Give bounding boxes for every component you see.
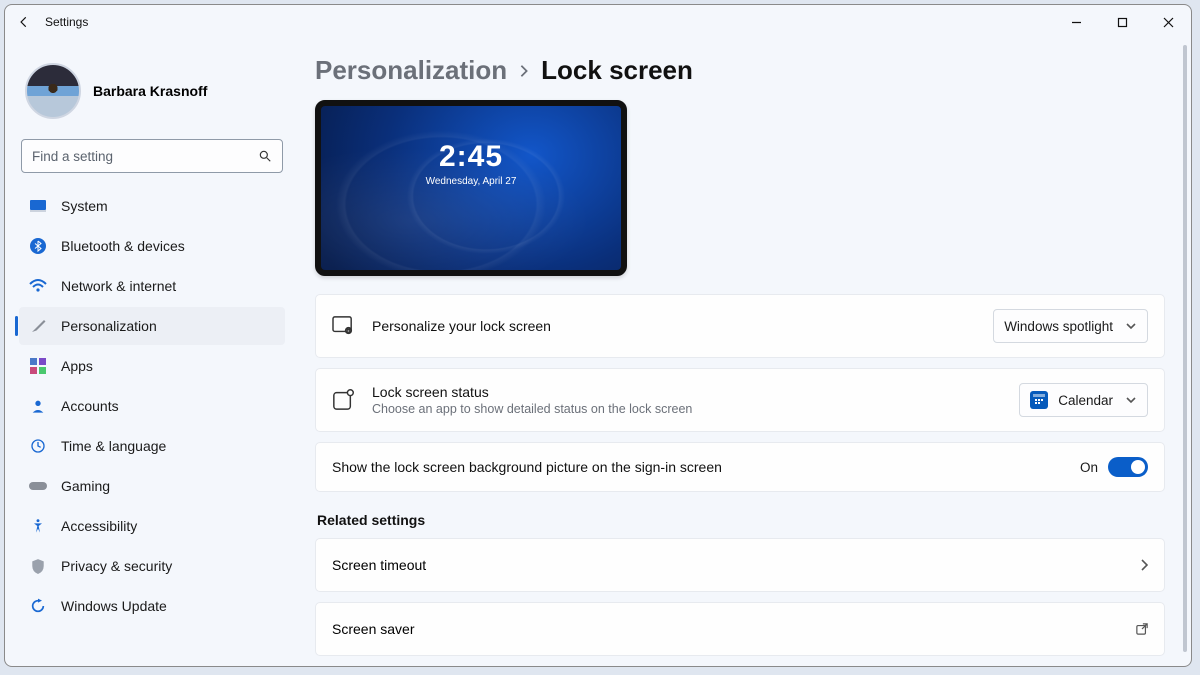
sidebar-item-label: Accounts xyxy=(61,398,119,414)
sidebar-nav: System Bluetooth & devices Network & int… xyxy=(19,187,285,625)
titlebar: Settings xyxy=(5,5,1191,39)
breadcrumb-parent[interactable]: Personalization xyxy=(315,55,507,86)
card-personalize-lock-screen[interactable]: Personalize your lock screen Windows spo… xyxy=(315,294,1165,358)
app-badge-icon xyxy=(332,389,354,411)
link-label: Screen saver xyxy=(332,621,414,637)
clock-globe-icon xyxy=(29,437,47,455)
sidebar-item-accessibility[interactable]: Accessibility xyxy=(19,507,285,545)
sidebar-item-bluetooth[interactable]: Bluetooth & devices xyxy=(19,227,285,265)
maximize-button[interactable] xyxy=(1099,5,1145,39)
sidebar-item-label: System xyxy=(61,198,108,214)
chevron-down-icon xyxy=(1125,320,1137,332)
scrollbar[interactable] xyxy=(1183,45,1187,652)
sidebar-item-label: Network & internet xyxy=(61,278,176,294)
close-button[interactable] xyxy=(1145,5,1191,39)
window-controls xyxy=(1053,5,1191,39)
card-title: Personalize your lock screen xyxy=(372,318,975,334)
sidebar-item-label: Accessibility xyxy=(61,518,137,534)
open-external-icon xyxy=(1136,623,1148,635)
sidebar-item-windows-update[interactable]: Windows Update xyxy=(19,587,285,625)
link-screen-saver[interactable]: Screen saver xyxy=(315,602,1165,656)
sidebar-item-system[interactable]: System xyxy=(19,187,285,225)
minimize-button[interactable] xyxy=(1053,5,1099,39)
card-subtitle: Choose an app to show detailed status on… xyxy=(372,402,1001,416)
bluetooth-icon xyxy=(29,237,47,255)
avatar xyxy=(25,63,81,119)
sidebar-item-label: Gaming xyxy=(61,478,110,494)
toggle-label: On xyxy=(1080,460,1098,475)
related-settings-heading: Related settings xyxy=(317,512,1165,528)
main-content: Personalization Lock screen 2:45 Wednesd… xyxy=(295,39,1191,666)
preview-time: 2:45 xyxy=(321,140,621,174)
search-input[interactable]: Find a setting xyxy=(21,139,283,173)
chevron-right-icon xyxy=(519,64,529,78)
wifi-icon xyxy=(29,277,47,295)
lock-screen-preview[interactable]: 2:45 Wednesday, April 27 xyxy=(315,100,627,276)
breadcrumb: Personalization Lock screen xyxy=(315,55,1165,86)
sidebar-item-time-language[interactable]: Time & language xyxy=(19,427,285,465)
status-app-select[interactable]: Calendar xyxy=(1019,383,1148,417)
sidebar-item-label: Time & language xyxy=(61,438,166,454)
person-icon xyxy=(29,397,47,415)
gamepad-icon xyxy=(29,477,47,495)
personalize-select[interactable]: Windows spotlight xyxy=(993,309,1148,343)
sidebar-item-gaming[interactable]: Gaming xyxy=(19,467,285,505)
chevron-right-icon xyxy=(1140,559,1148,571)
monitor-icon xyxy=(29,197,47,215)
preview-date: Wednesday, April 27 xyxy=(321,176,621,187)
profile[interactable]: Barbara Krasnoff xyxy=(19,51,285,133)
search-placeholder: Find a setting xyxy=(32,149,113,164)
sidebar-item-network[interactable]: Network & internet xyxy=(19,267,285,305)
sidebar-item-personalization[interactable]: Personalization xyxy=(19,307,285,345)
sidebar-item-label: Windows Update xyxy=(61,598,167,614)
chevron-down-icon xyxy=(1125,394,1137,406)
picture-lock-icon xyxy=(332,315,354,337)
update-icon xyxy=(29,597,47,615)
sidebar-item-label: Personalization xyxy=(61,318,157,334)
search-icon xyxy=(258,149,272,163)
sidebar-item-apps[interactable]: Apps xyxy=(19,347,285,385)
page-title: Lock screen xyxy=(541,55,693,86)
paintbrush-icon xyxy=(29,317,47,335)
sidebar-item-label: Privacy & security xyxy=(61,558,172,574)
link-label: Screen timeout xyxy=(332,557,426,573)
signin-background-toggle[interactable] xyxy=(1108,457,1148,477)
sidebar-item-privacy[interactable]: Privacy & security xyxy=(19,547,285,585)
link-screen-timeout[interactable]: Screen timeout xyxy=(315,538,1165,592)
calendar-icon xyxy=(1030,391,1048,409)
card-title: Show the lock screen background picture … xyxy=(332,459,1062,475)
sidebar-item-label: Apps xyxy=(61,358,93,374)
sidebar-item-label: Bluetooth & devices xyxy=(61,238,185,254)
sidebar-item-accounts[interactable]: Accounts xyxy=(19,387,285,425)
shield-icon xyxy=(29,557,47,575)
accessibility-icon xyxy=(29,517,47,535)
select-value: Calendar xyxy=(1058,393,1113,408)
window-title: Settings xyxy=(45,15,88,29)
back-icon[interactable] xyxy=(17,15,31,29)
sidebar: Barbara Krasnoff Find a setting System B… xyxy=(5,39,295,666)
profile-name: Barbara Krasnoff xyxy=(93,83,207,99)
select-value: Windows spotlight xyxy=(1004,319,1113,334)
card-lock-screen-status[interactable]: Lock screen status Choose an app to show… xyxy=(315,368,1165,432)
settings-window: Settings Barbara Krasnoff Find a setting xyxy=(4,4,1192,667)
apps-icon xyxy=(29,357,47,375)
card-signin-background-toggle: Show the lock screen background picture … xyxy=(315,442,1165,492)
card-title: Lock screen status xyxy=(372,384,1001,400)
